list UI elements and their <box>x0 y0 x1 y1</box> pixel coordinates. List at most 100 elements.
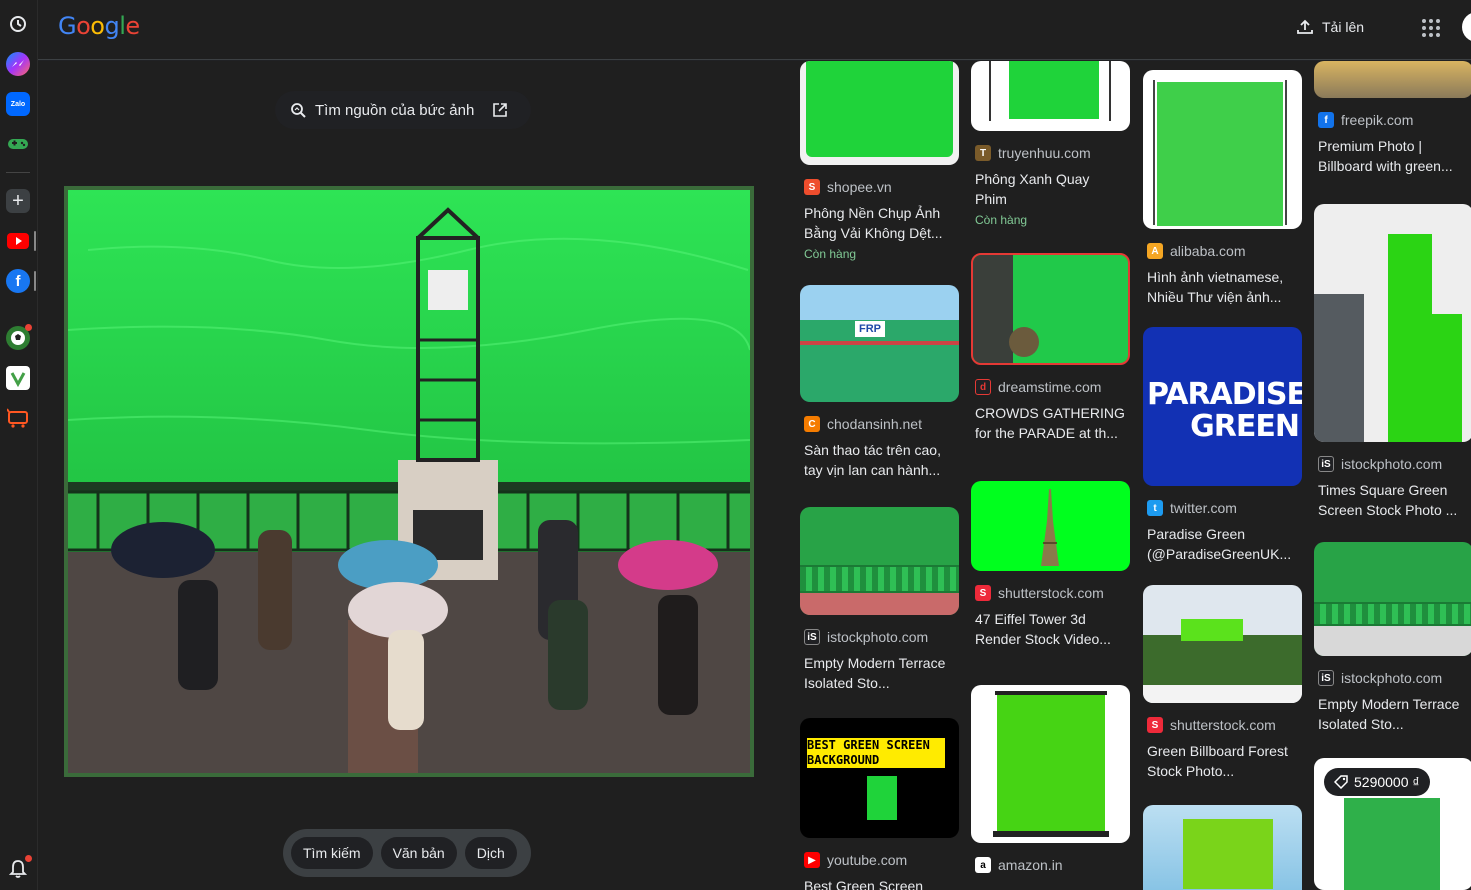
result-source: iS istockphoto.com <box>1318 670 1471 686</box>
result-source: d dreamstime.com <box>975 379 1130 395</box>
result-card[interactable]: Sshopee.vn Phông Nền Chụp Ảnh Bằng Vải K… <box>800 61 959 261</box>
result-source: f freepik.com <box>1318 112 1471 128</box>
result-card[interactable]: FRP Cchodansinh.net Sàn thao tác trên ca… <box>800 285 959 480</box>
shutterstock-icon: S <box>975 585 991 601</box>
upload-button[interactable]: Tải lên <box>1296 18 1364 36</box>
river-photo <box>68 190 750 773</box>
result-thumbnail: 5290000 ₫ <box>1314 758 1471 890</box>
tab-translate[interactable]: Dịch <box>464 837 517 869</box>
result-card[interactable]: iS istockphoto.com Times Square Green Scr… <box>1314 204 1471 520</box>
istock-icon: iS <box>1318 670 1334 686</box>
facebook-icon[interactable]: f <box>6 269 30 293</box>
messenger-icon[interactable] <box>6 52 30 76</box>
notifications-icon[interactable] <box>6 855 32 881</box>
result-source: Ttruyenhuu.com <box>975 145 1130 161</box>
result-card[interactable]: a amazon.in <box>971 685 1130 873</box>
result-thumbnail <box>971 685 1130 843</box>
google-logo[interactable]: Google <box>58 12 140 40</box>
price-badge: 5290000 ₫ <box>1324 768 1430 796</box>
sidebar-divider <box>6 172 30 173</box>
in-stock-label: Còn hàng <box>975 213 1028 227</box>
result-thumbnail: BEST GREEN SCREEN BACKGROUND <box>800 718 959 838</box>
active-indicator <box>34 231 36 251</box>
lens-page: Zalo + f Google Tải lên Tìm nguồn của bứ… <box>0 0 1471 890</box>
result-card[interactable]: Ttruyenhuu.com Phông Xanh Quay Phim Còn … <box>971 61 1130 227</box>
result-card[interactable]: d dreamstime.com CROWDS GATHERING for the… <box>971 253 1130 443</box>
active-indicator <box>34 271 36 291</box>
istock-icon: iS <box>804 629 820 645</box>
shop-icon[interactable] <box>6 406 30 430</box>
result-thumbnail <box>971 253 1130 365</box>
result-card[interactable]: f freepik.com Premium Photo | Billboard w… <box>1314 61 1471 176</box>
find-source-label: Tìm nguồn của bức ảnh <box>315 101 475 119</box>
thumbnail-caption: FRP <box>855 321 885 337</box>
result-thumbnail <box>971 61 1130 131</box>
result-card[interactable]: Sshutterstock.com 47 Eiffel Tower 3d Ren… <box>971 481 1130 649</box>
tab-search[interactable]: Tìm kiếm <box>291 837 373 869</box>
history-icon[interactable] <box>6 12 30 36</box>
price-tag-icon <box>1334 775 1348 789</box>
result-card[interactable]: PARADISE GREEN t twitter.com Paradise Gre… <box>1143 327 1302 564</box>
result-card[interactable]: 5290000 ₫ <box>1314 758 1471 890</box>
result-source: t twitter.com <box>1147 500 1302 516</box>
istock-icon: iS <box>1318 456 1334 472</box>
dreamstime-icon: d <box>975 379 991 395</box>
result-thumbnail <box>1314 204 1471 442</box>
price-label: 5290000 ₫ <box>1354 774 1420 790</box>
app-icon[interactable] <box>6 366 30 390</box>
in-stock-label: Còn hàng <box>804 247 857 261</box>
result-title: Green Billboard Forest Stock Photo... <box>1147 743 1288 779</box>
lens-mode-tabs: Tìm kiếm Văn bản Dịch <box>283 829 531 877</box>
selected-image[interactable] <box>64 186 754 777</box>
result-card[interactable]: BEST GREEN SCREEN BACKGROUND ▶ youtube.co… <box>800 718 959 890</box>
result-thumbnail <box>800 507 959 615</box>
eiffel-tower-image <box>1041 489 1059 566</box>
result-card[interactable]: iS istockphoto.com Empty Modern Terrace I… <box>1314 542 1471 734</box>
result-card[interactable] <box>1143 805 1302 890</box>
result-thumbnail: PARADISE GREEN <box>1143 327 1302 486</box>
avatar[interactable] <box>1462 12 1471 42</box>
notification-dot <box>25 324 32 331</box>
chodansinh-icon: C <box>804 416 820 432</box>
result-card[interactable]: Sshutterstock.com Green Billboard Forest… <box>1143 585 1302 781</box>
upload-label: Tải lên <box>1322 19 1365 35</box>
soccer-icon[interactable] <box>6 324 32 350</box>
result-title: Times Square Green Screen Stock Photo ..… <box>1318 482 1458 518</box>
lens-image-panel: Tìm nguồn của bức ảnh Tìm kiếm Văn bản D… <box>38 61 776 890</box>
find-image-source-button[interactable]: Tìm nguồn của bức ảnh <box>275 91 531 129</box>
upload-icon <box>1297 19 1313 34</box>
result-title: CROWDS GATHERING for the PARADE at th... <box>975 405 1125 441</box>
result-thumbnail <box>800 61 959 165</box>
result-title: 47 Eiffel Tower 3d Render Stock Video... <box>975 611 1111 647</box>
thumbnail-caption: PARADISE GREEN <box>1147 377 1302 444</box>
result-source: ▶ youtube.com <box>804 852 959 868</box>
result-card[interactable]: Aalibaba.com Hình ảnh vietnamese, Nhiều … <box>1143 70 1302 307</box>
youtube-icon[interactable] <box>6 229 30 253</box>
result-source: Sshutterstock.com <box>1147 717 1302 733</box>
result-title: Best Green Screen <box>804 878 924 890</box>
result-title: Sàn thao tác trên cao, tay vịn lan can h… <box>804 442 941 478</box>
result-title: Empty Modern Terrace Isolated Sto... <box>1318 696 1460 732</box>
shopee-icon: S <box>804 179 820 195</box>
tab-text[interactable]: Văn bản <box>380 837 457 869</box>
result-title: Phông Nền Chụp Ảnh Bằng Vải Không Dệt... <box>804 205 943 241</box>
zalo-icon[interactable]: Zalo <box>6 92 30 116</box>
gamepad-icon[interactable] <box>6 132 30 156</box>
zalo-label: Zalo <box>10 100 26 108</box>
open-new-icon <box>493 103 508 117</box>
result-title: Hình ảnh vietnamese, Nhiều Thư viện ảnh.… <box>1147 269 1284 305</box>
freepik-icon: f <box>1318 112 1334 128</box>
result-source: Aalibaba.com <box>1147 243 1302 259</box>
truyenhuu-icon: T <box>975 145 991 161</box>
result-thumbnail <box>1143 805 1302 890</box>
result-card[interactable]: iS istockphoto.com Empty Modern Terrace I… <box>800 507 959 693</box>
thumbnail-caption: BEST GREEN SCREEN BACKGROUND <box>807 738 945 768</box>
result-title: Paradise Green (@ParadiseGreenUK... <box>1147 526 1292 562</box>
add-icon[interactable]: + <box>6 189 30 213</box>
result-thumbnail <box>1314 542 1471 656</box>
result-source: iS istockphoto.com <box>1318 456 1471 472</box>
image-search-icon <box>291 103 306 118</box>
result-title: Premium Photo | Billboard with green... <box>1318 138 1453 174</box>
browser-sidebar: Zalo + f <box>0 0 38 890</box>
apps-grid-icon[interactable] <box>1422 19 1440 37</box>
